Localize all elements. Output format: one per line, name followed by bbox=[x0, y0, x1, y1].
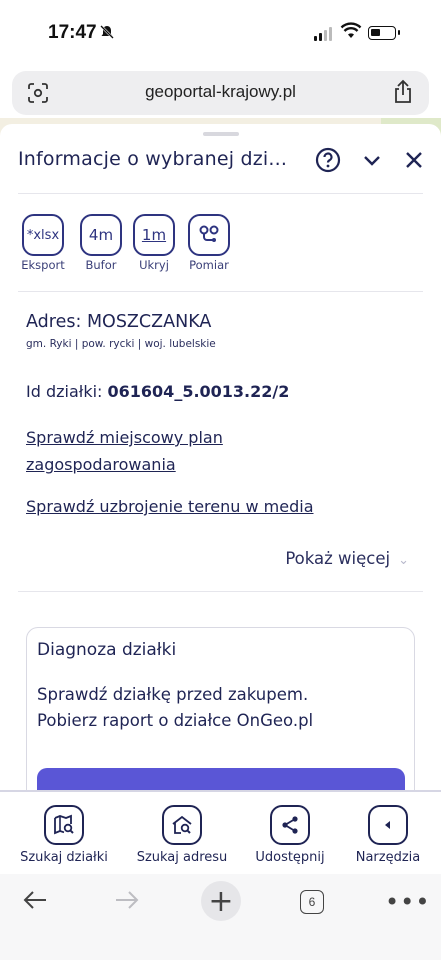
tools-button[interactable] bbox=[368, 805, 408, 845]
address-line: Adres: MOSZCZANKA bbox=[26, 312, 211, 332]
address-label: Adres: bbox=[26, 312, 82, 332]
report-button[interactable] bbox=[37, 768, 405, 790]
card-text-line2: Pobierz raport o działce OnGeo.pl bbox=[37, 711, 314, 730]
nav-label-share[interactable]: Udostępnij bbox=[235, 850, 345, 865]
plus-icon: + bbox=[208, 883, 234, 919]
back-arrow-icon[interactable] bbox=[22, 888, 48, 912]
measure-icon bbox=[199, 225, 219, 242]
share-icon[interactable] bbox=[391, 79, 415, 105]
url-text[interactable]: geoportal-krajowy.pl bbox=[12, 82, 429, 102]
export-xlsx-icon: *xlsx bbox=[26, 227, 60, 243]
share-nodes-icon bbox=[282, 816, 298, 834]
divider bbox=[18, 291, 423, 292]
tab-count: 6 bbox=[308, 895, 316, 909]
nav-label-search-address[interactable]: Szukaj adresu bbox=[127, 850, 237, 865]
card-description: Sprawdź działkę przed zakupem. Pobierz ra… bbox=[37, 682, 397, 734]
nav-label-search-parcel[interactable]: Szukaj działki bbox=[9, 850, 119, 865]
zoning-plan-link-line1[interactable]: Sprawdź miejscowy plan bbox=[26, 428, 223, 447]
chevron-left-icon bbox=[385, 821, 390, 829]
utilities-link[interactable]: Sprawdź uzbrojenie terenu w media bbox=[26, 493, 314, 520]
export-xlsx-button[interactable]: *xlsx bbox=[22, 214, 64, 256]
buffer-button[interactable]: 4m bbox=[80, 214, 122, 256]
parcel-diagnosis-card: Diagnoza działki Sprawdź działkę przed z… bbox=[26, 627, 415, 790]
status-bar: 17:47 bbox=[0, 0, 441, 66]
parcel-info-sheet: Informacje o wybranej dzi... *xlsx Ekspo… bbox=[0, 124, 441, 790]
battery-icon bbox=[368, 26, 400, 40]
parcel-id-label: Id działki: bbox=[26, 382, 103, 401]
silent-bell-icon bbox=[99, 24, 115, 44]
card-text-line1: Sprawdź działkę przed zakupem. bbox=[37, 685, 309, 704]
search-parcel-button[interactable] bbox=[44, 805, 84, 845]
tab-switcher-button[interactable]: 6 bbox=[300, 890, 324, 914]
close-icon[interactable] bbox=[400, 146, 428, 174]
address-admin-units: gm. Ryki | pow. rycki | woj. lubelskie bbox=[26, 338, 216, 350]
hide-button[interactable]: 1m bbox=[133, 214, 175, 256]
chevron-down-icon[interactable] bbox=[358, 146, 386, 174]
hide-icon: 1m bbox=[141, 226, 167, 244]
help-icon[interactable] bbox=[314, 146, 342, 174]
more-options-icon[interactable]: ••• bbox=[385, 888, 430, 916]
wifi-icon bbox=[340, 22, 362, 44]
new-tab-button[interactable]: + bbox=[201, 881, 241, 921]
chevron-down-icon: ⌄ bbox=[398, 553, 409, 568]
address-value: MOSZCZANKA bbox=[86, 312, 212, 332]
parcel-id-value: 061604_5.0013.22/2 bbox=[107, 382, 290, 401]
address-bar[interactable]: geoportal-krajowy.pl bbox=[12, 71, 429, 115]
zoning-plan-link[interactable]: Sprawdź miejscowy plan zagospodarowania bbox=[26, 424, 223, 478]
divider bbox=[18, 591, 423, 592]
show-more-button[interactable]: Pokaż więcej ⌄ bbox=[285, 549, 409, 568]
measure-button[interactable] bbox=[188, 214, 230, 256]
divider bbox=[18, 193, 423, 194]
zoning-plan-link-line2[interactable]: zagospodarowania bbox=[26, 455, 176, 474]
map-search-icon bbox=[54, 814, 74, 835]
browser-toolbar: + 6 ••• bbox=[0, 874, 441, 960]
show-more-label: Pokaż więcej bbox=[285, 549, 391, 568]
forward-arrow-icon[interactable] bbox=[114, 888, 140, 912]
tool-label-measure: Pomiar bbox=[189, 258, 229, 272]
buffer-icon: 4m bbox=[88, 226, 114, 244]
parcel-id-line: Id działki: 061604_5.0013.22/2 bbox=[26, 382, 289, 401]
sheet-title: Informacje o wybranej dzi... bbox=[18, 148, 288, 170]
nav-label-tools[interactable]: Narzędzia bbox=[333, 850, 441, 865]
sheet-grabber[interactable] bbox=[203, 132, 239, 136]
status-time: 17:47 bbox=[48, 22, 97, 43]
home-search-icon bbox=[172, 815, 192, 834]
share-button[interactable] bbox=[270, 805, 310, 845]
bottom-navigation: Szukaj działki Szukaj adresu Udostępnij … bbox=[0, 790, 441, 874]
card-title: Diagnoza działki bbox=[37, 640, 177, 660]
search-address-button[interactable] bbox=[162, 805, 202, 845]
cellular-signal-icon bbox=[314, 27, 332, 41]
